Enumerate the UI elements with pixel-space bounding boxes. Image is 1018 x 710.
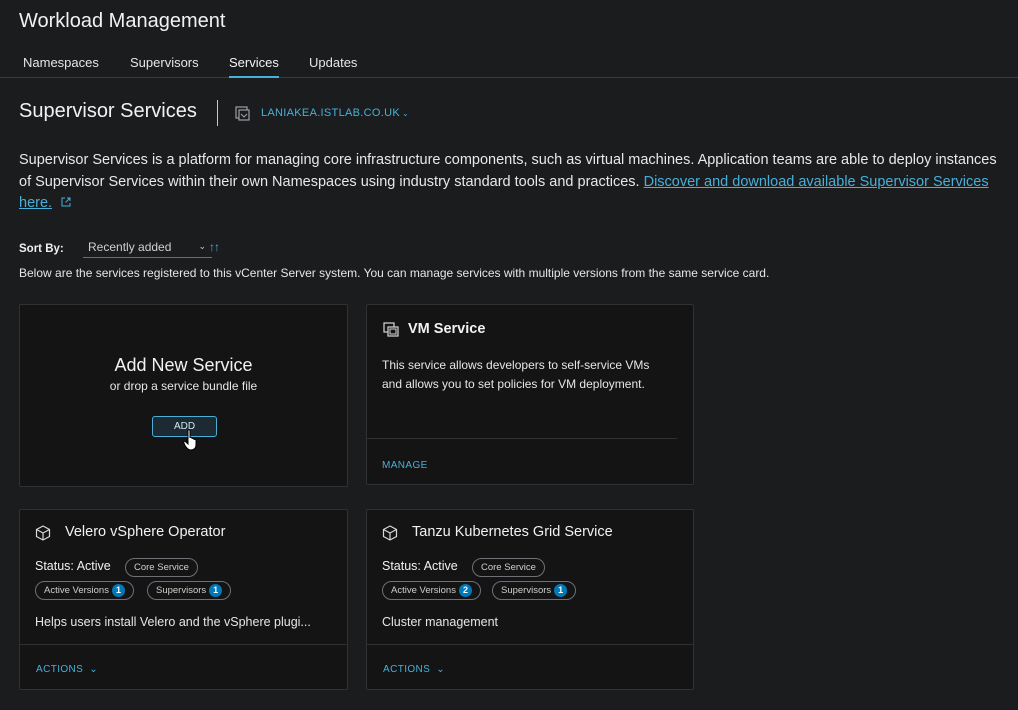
chevron-down-icon: ⌄ (198, 241, 206, 251)
add-service-card: Add New Service or drop a service bundle… (19, 304, 348, 487)
add-service-subtitle: or drop a service bundle file (109, 379, 258, 393)
vm-service-manage-link[interactable]: MANAGE (382, 460, 428, 471)
add-service-title: Add New Service (114, 355, 253, 375)
supervisors-badge[interactable]: Supervisors 1 (147, 581, 232, 600)
actions-label: ACTIONS (383, 664, 431, 675)
vm-service-title: VM Service (408, 321, 486, 337)
sort-row: Sort By: Recently added ⌄ ↑↑ (19, 240, 419, 260)
header-divider (217, 100, 218, 126)
active-versions-count: 1 (111, 584, 125, 597)
service-status: Status: Active (35, 559, 111, 573)
core-service-badge: Core Service (472, 558, 545, 577)
active-versions-badge[interactable]: Active Versions 1 (35, 581, 134, 600)
page-description: Supervisor Services is a platform for ma… (19, 150, 1004, 215)
service-actions-button[interactable]: ACTIONS ⌄ (383, 664, 445, 675)
supervisors-count: 1 (209, 584, 223, 597)
vm-service-icon (383, 322, 399, 337)
cube-icon (382, 525, 398, 541)
tab-bar: Namespaces Supervisors Services Updates (0, 52, 1018, 78)
active-versions-badge[interactable]: Active Versions 2 (382, 581, 481, 600)
service-description: Cluster management (382, 615, 499, 629)
vm-service-card: VM Service This service allows developer… (366, 304, 694, 485)
actions-label: ACTIONS (36, 664, 84, 675)
service-description: Helps users install Velero and the vSphe… (35, 615, 311, 629)
active-versions-label: Active Versions (44, 585, 109, 596)
vcenter-name: LANIAKEA.ISTLAB.CO.UK (261, 107, 400, 119)
card-separator (20, 644, 347, 645)
service-title: Tanzu Kubernetes Grid Service (412, 524, 613, 540)
app-title: Workload Management (19, 10, 226, 32)
page-title: Supervisor Services (19, 100, 197, 122)
supervisors-badge[interactable]: Supervisors 1 (492, 581, 577, 600)
service-title: Velero vSphere Operator (65, 524, 226, 540)
tab-supervisors[interactable]: Supervisors (130, 55, 199, 78)
supervisors-label: Supervisors (156, 585, 207, 596)
service-card-velero: Velero vSphere Operator Status: Active C… (19, 509, 348, 690)
vcenter-selector[interactable]: LANIAKEA.ISTLAB.CO.UK ⌄ (261, 107, 409, 119)
tab-services[interactable]: Services (229, 55, 279, 78)
supervisors-label: Supervisors (501, 585, 552, 596)
card-separator (367, 438, 677, 439)
sort-direction-icon[interactable]: ↑↑ (209, 240, 220, 254)
sort-label: Sort By: (19, 243, 64, 255)
vcenter-icon (235, 106, 250, 121)
chevron-down-icon: ⌄ (89, 664, 99, 675)
page-header: Supervisor Services LANIAKEA.ISTLAB.CO.U… (19, 100, 719, 126)
external-link-icon (61, 197, 71, 207)
service-card-tanzu: Tanzu Kubernetes Grid Service Status: Ac… (366, 509, 694, 690)
service-actions-button[interactable]: ACTIONS ⌄ (36, 664, 98, 675)
chevron-down-icon: ⌄ (436, 664, 446, 675)
tab-namespaces[interactable]: Namespaces (23, 55, 99, 78)
card-separator (367, 644, 693, 645)
active-versions-label: Active Versions (391, 585, 456, 596)
supervisors-count: 1 (554, 584, 568, 597)
tab-updates[interactable]: Updates (309, 55, 357, 78)
vm-service-description: This service allows developers to self-s… (382, 358, 650, 391)
hand-cursor-icon (183, 429, 197, 451)
chevron-down-icon: ⌄ (401, 109, 409, 118)
sort-select[interactable]: Recently added ⌄ (83, 240, 212, 258)
active-versions-count: 2 (458, 584, 472, 597)
service-status: Status: Active (382, 559, 458, 573)
sort-value: Recently added (88, 240, 172, 254)
services-info: Below are the services registered to thi… (19, 266, 770, 280)
cube-icon (35, 525, 51, 541)
core-service-badge: Core Service (125, 558, 198, 577)
